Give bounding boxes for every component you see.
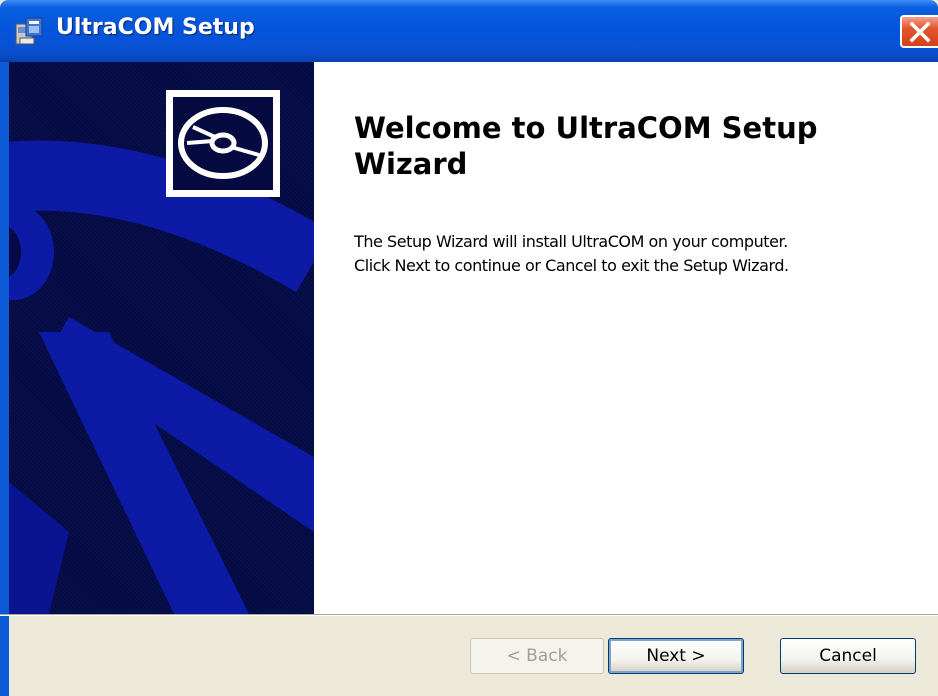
window-title: UltraCOM Setup — [56, 15, 255, 40]
cd-disc-frame — [166, 90, 280, 197]
window-left-border — [0, 62, 9, 614]
next-button[interactable]: Next > — [608, 638, 744, 674]
title-bar[interactable]: UltraCOM Setup — [0, 0, 938, 62]
close-icon — [909, 21, 931, 43]
wizard-description-line1: The Setup Wizard will install UltraCOM o… — [354, 232, 788, 251]
window-left-border-footer — [0, 616, 9, 696]
cancel-button[interactable]: Cancel — [780, 638, 916, 674]
cd-disc-icon — [178, 107, 268, 179]
back-button[interactable]: < Back — [470, 638, 604, 674]
wizard-heading: Welcome to UltraCOM Setup Wizard — [354, 111, 818, 181]
close-button[interactable] — [900, 15, 938, 48]
wizard-description-line2: Click Next to continue or Cancel to exit… — [354, 256, 789, 275]
installer-app-icon — [14, 16, 46, 48]
